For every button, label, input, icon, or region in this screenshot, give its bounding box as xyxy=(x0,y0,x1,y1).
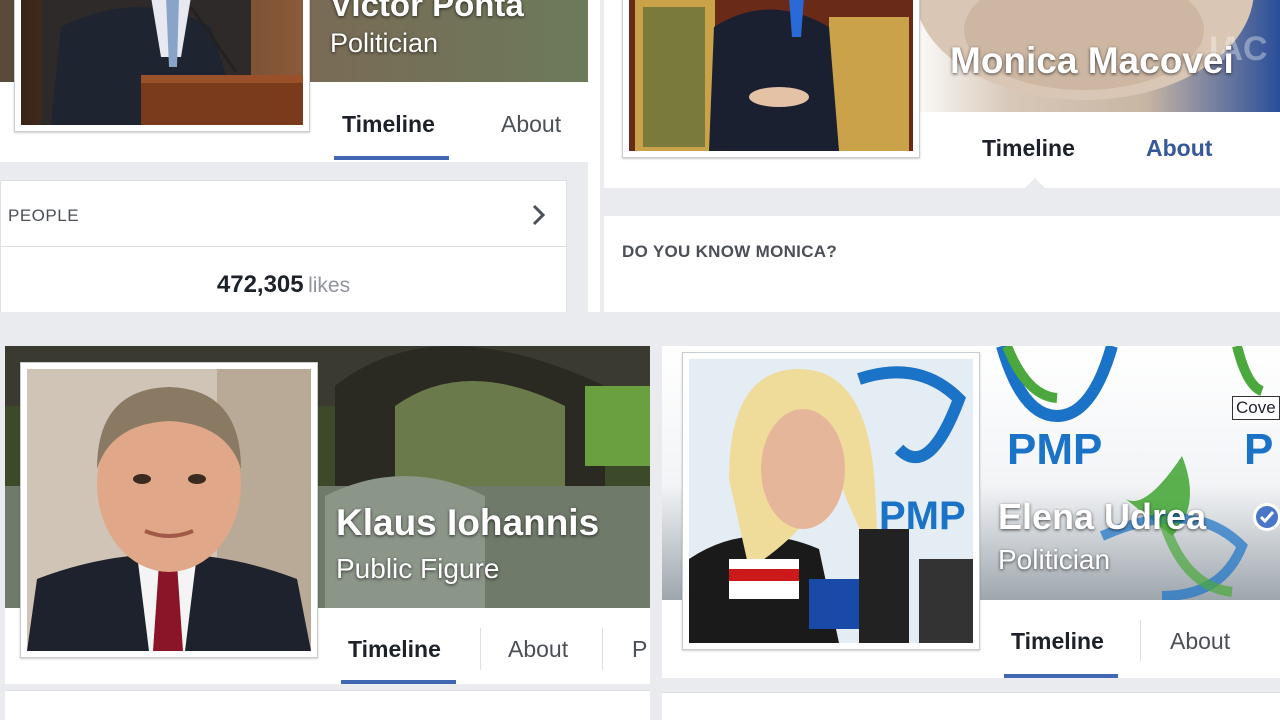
page-name[interactable]: Klaus Iohannis xyxy=(336,502,599,544)
profile-panel-elena-udrea: PMP P Cove Elena Udrea Politician PMP Ti… xyxy=(662,346,1280,720)
people-card: PEOPLE 472,305 likes xyxy=(0,180,567,312)
profile-panel-victor-ponta: Victor Ponta Politician Timeline About P… xyxy=(0,0,600,312)
person-photo-icon xyxy=(41,0,303,125)
svg-text:P: P xyxy=(1244,425,1273,474)
know-card: DO YOU KNOW MONICA? xyxy=(604,216,1280,312)
section-gap xyxy=(604,188,1280,216)
likes-count: 472,305 xyxy=(216,271,304,298)
likes-label: likes xyxy=(308,274,351,297)
verified-badge-icon xyxy=(1253,503,1280,531)
profile-panel-klaus-iohannis: Klaus Iohannis Public Figure Timeline Ab… xyxy=(0,346,652,720)
profile-picture[interactable] xyxy=(14,0,310,132)
active-tab-indicator xyxy=(1004,674,1118,678)
section-header: DO YOU KNOW MONICA? xyxy=(622,242,838,261)
page-category: Politician xyxy=(998,544,1111,575)
page-name[interactable]: Elena Udrea xyxy=(998,496,1206,538)
page-category: Politician xyxy=(330,28,439,58)
profile-picture[interactable]: PMP xyxy=(682,352,980,650)
active-tab-indicator xyxy=(334,156,449,160)
page-category: Public Figure xyxy=(336,553,500,584)
tab-about[interactable]: About xyxy=(1170,628,1230,655)
profile-panel-monica-macovei: IAC Monica Macovei Timeline About DO YOU… xyxy=(604,0,1280,312)
tab-about[interactable]: About xyxy=(508,636,568,663)
tab-timeline[interactable]: Timeline xyxy=(982,135,1075,162)
tab-about[interactable]: About xyxy=(1146,135,1212,162)
column-divider xyxy=(588,0,600,312)
page-name[interactable]: Victor Ponta xyxy=(330,0,524,24)
content-card xyxy=(662,692,1280,720)
tab-timeline[interactable]: Timeline xyxy=(1011,628,1104,655)
tab-divider xyxy=(602,628,603,670)
divider xyxy=(1,246,566,247)
person-photo-icon xyxy=(27,369,311,651)
content-card xyxy=(5,690,650,720)
tab-timeline[interactable]: Timeline xyxy=(348,636,441,663)
person-photo-icon xyxy=(629,0,913,151)
profile-picture[interactable] xyxy=(20,362,318,658)
tab-more[interactable]: P xyxy=(632,636,647,663)
active-tab-indicator xyxy=(341,680,456,684)
page-name[interactable]: Monica Macovei xyxy=(950,40,1234,82)
profile-picture[interactable] xyxy=(622,0,920,158)
chevron-right-icon[interactable] xyxy=(530,203,548,227)
person-photo-icon: PMP xyxy=(689,359,973,643)
svg-text:PMP: PMP xyxy=(1007,425,1102,474)
tab-divider xyxy=(1140,620,1141,662)
tab-divider xyxy=(480,628,481,670)
tab-about[interactable]: About xyxy=(501,111,561,138)
tab-timeline[interactable]: Timeline xyxy=(342,111,435,138)
cover-tooltip: Cove xyxy=(1232,396,1280,420)
people-header: PEOPLE xyxy=(8,206,80,225)
